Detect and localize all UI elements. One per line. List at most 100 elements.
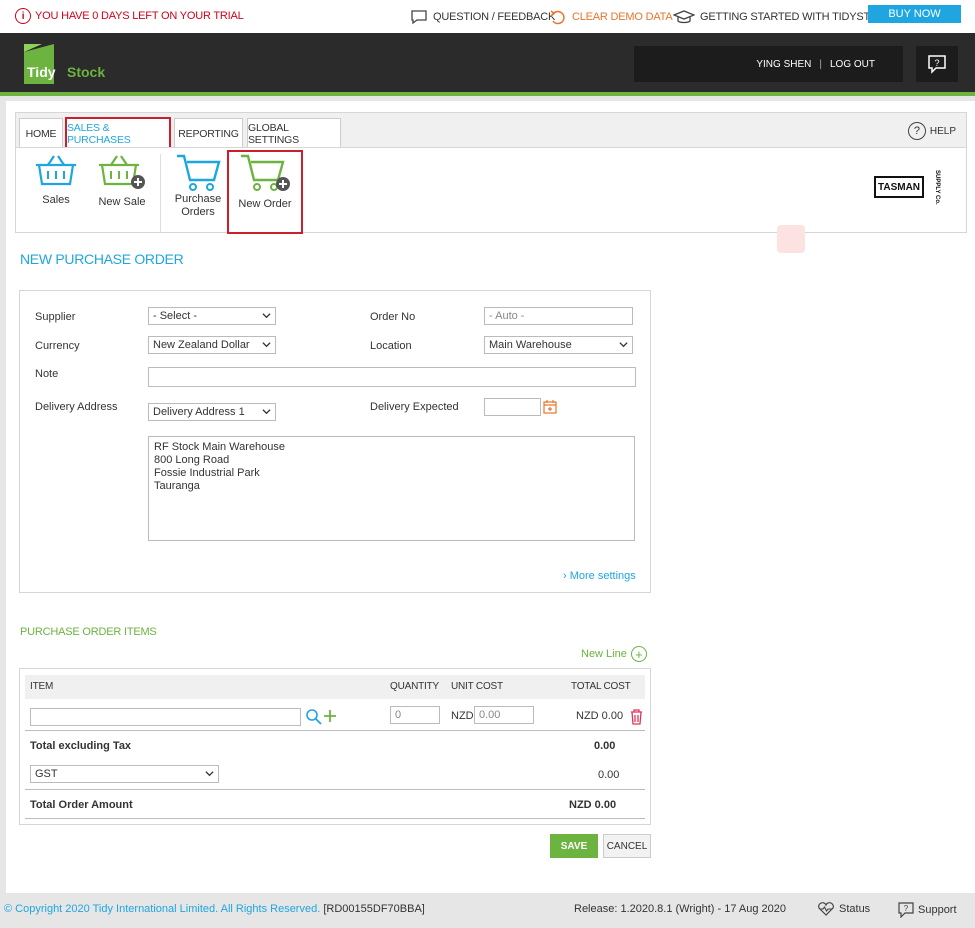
- add-icon[interactable]: [323, 709, 337, 723]
- row-divider: [25, 730, 645, 731]
- trial-text: YOU HAVE 0 DAYS LEFT ON YOUR TRIAL: [35, 10, 244, 22]
- delivery-address-textarea[interactable]: RF Stock Main Warehouse 800 Long Road Fo…: [148, 436, 635, 541]
- supplier-value: - Select -: [153, 310, 198, 322]
- help-chat-icon: ?: [928, 55, 946, 74]
- tab-reporting[interactable]: REPORTING: [174, 118, 243, 148]
- footer: © Copyright 2020 Tidy International Limi…: [0, 893, 975, 928]
- location-label: Location: [370, 340, 412, 352]
- row-total: NZD 0.00: [576, 710, 624, 722]
- tab-sales-purchases[interactable]: SALES & PURCHASES: [65, 117, 171, 149]
- unit-cost-input[interactable]: 0.00: [474, 706, 534, 724]
- chat-bubble-icon: [411, 10, 427, 25]
- logout-link[interactable]: LOG OUT: [830, 59, 875, 70]
- getting-started-label: GETTING STARTED WITH TIDYSTOCK: [700, 11, 894, 23]
- main-panel: HOME SALES & PURCHASES REPORTING GLOBAL …: [6, 101, 975, 893]
- more-settings-link[interactable]: › More settings: [563, 570, 636, 582]
- undo-icon: [550, 10, 565, 25]
- tidystock-logo[interactable]: Tidy Stock: [24, 44, 112, 84]
- purchase-order-form: Supplier - Select - Order No - Auto - Cu…: [19, 290, 651, 593]
- delivery-address-label: Delivery Address: [35, 401, 118, 413]
- col-unit-cost: UNIT COST: [451, 681, 503, 692]
- new-line-button[interactable]: New Line +: [581, 646, 647, 662]
- address-line: RF Stock Main Warehouse: [154, 441, 286, 453]
- items-table-header: ITEM QUANTITY UNIT COST TOTAL COST: [25, 675, 645, 699]
- basket-icon: [36, 155, 76, 186]
- clear-demo-label: CLEAR DEMO DATA: [572, 11, 673, 23]
- currency-select[interactable]: New Zealand Dollar: [148, 336, 276, 354]
- location-select[interactable]: Main Warehouse: [484, 336, 633, 354]
- ribbon-toolbar: Sales New Sale Purchase Orders New Order…: [15, 147, 967, 234]
- new-sale-button[interactable]: New Sale: [89, 152, 155, 232]
- currency-label: Currency: [35, 340, 80, 352]
- order-no-input[interactable]: - Auto -: [484, 307, 633, 325]
- status-label: Status: [839, 903, 871, 915]
- instance-code: [RD00155DF70BBA]: [323, 903, 425, 915]
- address-line: Tauranga: [154, 480, 200, 492]
- new-sale-label: New Sale: [98, 196, 146, 208]
- delivery-expected-input[interactable]: [484, 398, 541, 416]
- sales-button[interactable]: Sales: [23, 152, 89, 232]
- chevron-down-icon: [262, 313, 271, 319]
- currency-value: New Zealand Dollar: [153, 339, 250, 351]
- help-link[interactable]: ? HELP: [907, 122, 956, 140]
- chevron-down-icon: [262, 409, 271, 415]
- app-header: Tidy Stock YING SHEN | LOG OUT ?: [0, 33, 975, 96]
- main-tabs: HOME SALES & PURCHASES REPORTING GLOBAL …: [15, 112, 967, 149]
- support-icon: ?: [898, 902, 914, 918]
- purchase-orders-label-1: Purchase: [174, 193, 222, 205]
- status-link[interactable]: Status: [817, 902, 870, 916]
- note-input[interactable]: [148, 367, 636, 387]
- total-order-label: Total Order Amount: [30, 799, 133, 811]
- calendar-icon[interactable]: [543, 399, 557, 414]
- total-order-value: NZD 0.00: [569, 799, 617, 811]
- new-order-button[interactable]: New Order: [227, 150, 303, 234]
- chat-button[interactable]: ?: [916, 46, 958, 82]
- total-ex-tax-label: Total excluding Tax: [30, 740, 132, 752]
- user-box: YING SHEN | LOG OUT: [634, 46, 903, 82]
- support-link[interactable]: ? Support: [898, 902, 957, 918]
- address-line: Fossie Industrial Park: [154, 467, 260, 479]
- question-feedback-label: QUESTION / FEEDBACK: [433, 11, 556, 23]
- row-divider: [25, 818, 645, 819]
- purchase-orders-button[interactable]: Purchase Orders: [165, 152, 231, 232]
- company-logo-side: SUPPLY Co.: [934, 170, 940, 205]
- tab-home[interactable]: HOME: [19, 118, 63, 148]
- logo-text-stock: Stock: [67, 64, 105, 80]
- chevron-right-icon: ›: [563, 570, 567, 582]
- unit-cost-currency: NZD: [451, 710, 474, 722]
- svg-text:?: ?: [934, 58, 939, 68]
- save-button[interactable]: SAVE: [550, 834, 598, 858]
- logo-text-tidy: Tidy: [27, 64, 56, 80]
- delivery-address-select[interactable]: Delivery Address 1: [148, 403, 276, 421]
- trial-notice: i YOU HAVE 0 DAYS LEFT ON YOUR TRIAL: [15, 8, 244, 24]
- cancel-button[interactable]: CANCEL: [603, 834, 651, 858]
- supplier-label: Supplier: [35, 311, 76, 323]
- release-info: Release: 1.2020.8.1 (Wright) - 17 Aug 20…: [574, 903, 786, 915]
- more-settings-label: More settings: [569, 570, 636, 582]
- supplier-select[interactable]: - Select -: [148, 307, 276, 325]
- cart-icon: [177, 154, 221, 191]
- row-divider: [25, 789, 645, 790]
- search-icon[interactable]: [305, 708, 323, 726]
- new-order-label: New Order: [238, 198, 292, 210]
- tax-select[interactable]: GST: [30, 765, 219, 783]
- sales-label: Sales: [42, 194, 70, 206]
- getting-started-link[interactable]: GETTING STARTED WITH TIDYSTOCK: [673, 9, 893, 25]
- question-feedback-link[interactable]: QUESTION / FEEDBACK: [410, 9, 555, 25]
- trash-icon[interactable]: [629, 708, 644, 725]
- item-input[interactable]: [30, 708, 301, 726]
- tax-amount: 0.00: [598, 769, 620, 781]
- buy-now-button[interactable]: BUY NOW: [868, 5, 961, 23]
- copyright-text[interactable]: © Copyright 2020 Tidy International Limi…: [4, 903, 320, 915]
- order-no-label: Order No: [370, 311, 416, 323]
- quantity-input[interactable]: 0: [390, 706, 440, 724]
- ribbon-divider: [160, 154, 161, 232]
- note-label: Note: [35, 368, 59, 380]
- help-icon: ?: [907, 122, 926, 140]
- user-name[interactable]: YING SHEN: [756, 59, 811, 70]
- copyright: © Copyright 2020 Tidy International Limi…: [4, 903, 425, 915]
- clear-demo-data-link[interactable]: CLEAR DEMO DATA: [549, 9, 673, 25]
- chevron-down-icon: [262, 342, 271, 348]
- tab-global-settings[interactable]: GLOBAL SETTINGS: [247, 118, 341, 148]
- info-icon: i: [15, 8, 31, 24]
